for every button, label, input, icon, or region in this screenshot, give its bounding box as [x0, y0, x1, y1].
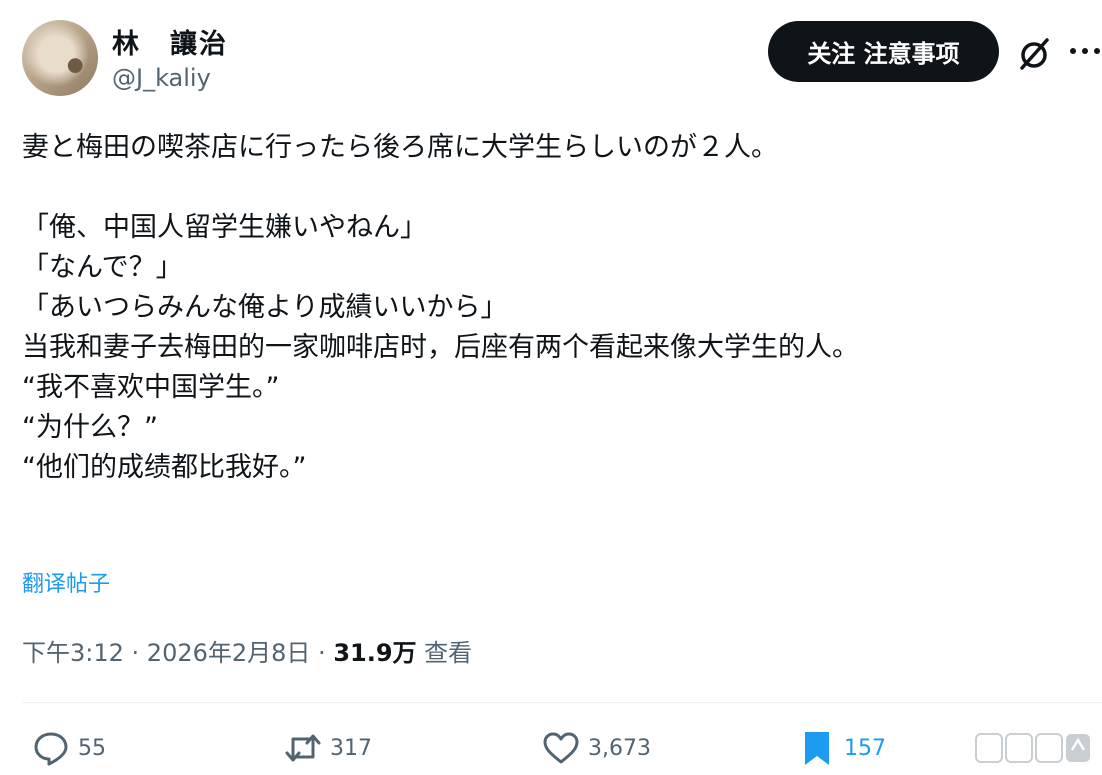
views-count[interactable]: 31.9万	[333, 639, 416, 667]
avatar[interactable]	[22, 20, 98, 96]
tweet-line: 妻と梅田の喫茶店に行ったら後ろ席に大学生らしいのが２人。	[22, 132, 778, 163]
tweet-text: 妻と梅田の喫茶店に行ったら後ろ席に大学生らしいのが２人。 「俺、中国人留学生嫌い…	[22, 128, 1092, 488]
tweet-line: “他们的成绩都比我好。”	[22, 452, 307, 483]
bookmark-icon	[805, 732, 829, 765]
divider	[22, 702, 1102, 703]
follow-button[interactable]: 关注 注意事项	[768, 21, 999, 82]
repost-count: 317	[330, 735, 372, 761]
meta-separator: ·	[123, 639, 147, 667]
reply-button[interactable]: 55	[32, 728, 106, 768]
reply-count: 55	[78, 735, 106, 761]
like-count: 3,673	[588, 735, 651, 761]
author-display-name[interactable]: 林 讓治	[112, 22, 228, 61]
tweet-line: 「あいつらみんな俺より成績いいから」	[22, 292, 508, 323]
author-handle[interactable]: @J_kaliy	[112, 64, 211, 92]
tweet-line: 「俺、中国人留学生嫌いやねん」	[22, 212, 427, 243]
repost-icon	[285, 734, 321, 762]
tweet-line: “为什么？”	[22, 412, 158, 443]
grok-icon[interactable]	[1014, 34, 1054, 74]
share-icon[interactable]	[974, 728, 1092, 768]
post-date[interactable]: 2026年2月8日	[147, 639, 311, 667]
tweet-line: “我不喜欢中国学生。”	[22, 372, 280, 403]
post-time[interactable]: 下午3:12	[22, 639, 124, 667]
bookmark-button[interactable]: 157	[798, 728, 886, 768]
translate-post-link[interactable]: 翻译帖子	[22, 566, 110, 598]
like-button[interactable]: 3,673	[542, 728, 651, 768]
reply-icon	[34, 732, 68, 766]
tweet-line: 「なんで？」	[22, 252, 183, 283]
more-icon[interactable]	[1068, 34, 1102, 68]
tweet-line: 当我和妻子去梅田的一家咖啡店时，后座有两个看起来像大学生的人。	[22, 332, 859, 363]
tweet-meta: 下午3:12 · 2026年2月8日 · 31.9万 查看	[22, 633, 472, 668]
like-icon	[543, 732, 579, 764]
meta-separator: ·	[310, 639, 334, 667]
bookmark-count: 157	[844, 735, 886, 761]
repost-button[interactable]: 317	[284, 728, 372, 768]
views-label: 查看	[416, 639, 473, 667]
